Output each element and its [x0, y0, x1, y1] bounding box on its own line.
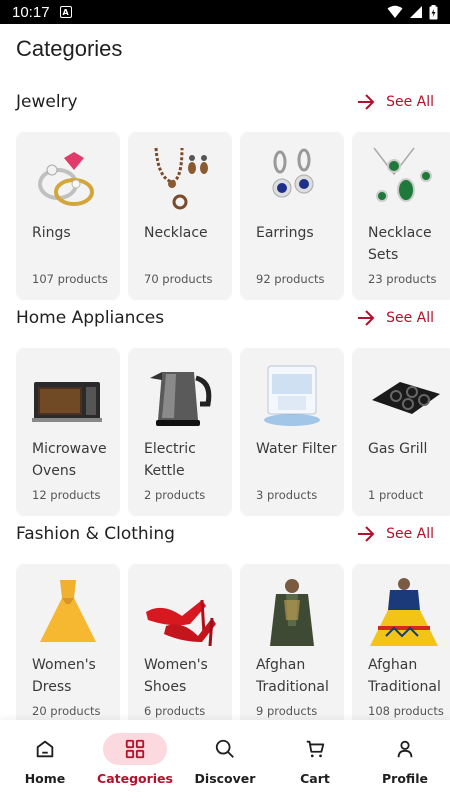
section-title: Fashion & Clothing [16, 524, 175, 544]
product-count: 3 products [256, 488, 318, 502]
category-card-water-filter[interactable]: Water Filter 3 products [240, 348, 344, 516]
wifi-icon [387, 5, 403, 18]
category-card-earrings[interactable]: Earrings 92 products [240, 132, 344, 300]
rings-image [30, 144, 106, 214]
nav-label: Categories [97, 771, 173, 786]
status-bar: 10:17 A [0, 0, 450, 24]
product-count: 23 products [368, 272, 437, 286]
nav-discover[interactable]: Discover [180, 720, 270, 800]
arrow-right-icon [358, 94, 375, 110]
category-name: Women's Shoes [144, 657, 208, 695]
nav-cart[interactable]: Cart [270, 720, 360, 800]
category-name: Rings [32, 225, 71, 241]
signal-icon [410, 6, 422, 18]
product-count: 2 products [144, 488, 206, 502]
product-count: 1 product [368, 488, 424, 502]
category-card-womens-shoes[interactable]: Women's Shoes 6 products [128, 564, 232, 732]
product-count: 107 products [32, 272, 108, 286]
category-card-rings[interactable]: Rings 107 products [16, 132, 120, 300]
product-count: 9 products [256, 704, 318, 718]
category-card-electric-kettle[interactable]: Electric Kettle 2 products [128, 348, 232, 516]
category-card-afghan-traditional-men[interactable]: Afghan Traditional 9 products [240, 564, 344, 732]
category-cards-row: Rings 107 products Necklace 70 products … [16, 132, 450, 300]
nav-pill [283, 733, 347, 765]
category-card-afghan-traditional-women[interactable]: Afghan Traditional 108 products [352, 564, 450, 732]
afghan-women-image [366, 576, 442, 646]
nav-pill [13, 733, 77, 765]
section-header: Jewelry See All [0, 84, 450, 124]
category-card-necklace[interactable]: Necklace 70 products [128, 132, 232, 300]
status-time: 10:17 [12, 3, 50, 21]
see-all-label: See All [386, 310, 434, 326]
section-jewelry: Jewelry See All Rings 107 products Neckl… [0, 84, 450, 300]
home-icon [36, 740, 54, 758]
nav-pill [193, 733, 257, 765]
category-name: Gas Grill [368, 441, 428, 457]
see-all-label: See All [386, 526, 434, 542]
dress-image [30, 576, 106, 646]
arrow-right-icon [358, 526, 375, 542]
category-name: Necklace Sets [368, 225, 432, 263]
battery-icon [429, 4, 438, 19]
category-card-microwave-ovens[interactable]: Microwave Ovens 12 products [16, 348, 120, 516]
product-count: 20 products [32, 704, 101, 718]
earrings-image [254, 144, 330, 214]
bottom-navigation: Home Categories Discover Cart Profile [0, 720, 450, 800]
see-all-label: See All [386, 94, 434, 110]
category-card-gas-grill[interactable]: Gas Grill 1 product [352, 348, 450, 516]
product-count: 6 products [144, 704, 206, 718]
nav-label: Cart [300, 771, 330, 786]
product-count: 92 products [256, 272, 325, 286]
kettle-image [142, 360, 218, 430]
category-name: Afghan Traditional [368, 657, 441, 695]
see-all-fashion-button[interactable]: See All [356, 524, 434, 544]
afghan-men-image [254, 576, 330, 646]
search-icon [215, 739, 234, 758]
water-filter-image [254, 360, 330, 430]
section-fashion-clothing: Fashion & Clothing See All Women's Dress… [0, 516, 450, 732]
product-count: 108 products [368, 704, 444, 718]
nav-profile[interactable]: Profile [360, 720, 450, 800]
necklace-set-image [366, 144, 442, 214]
shoes-image [142, 576, 218, 646]
category-name: Water Filter [256, 441, 337, 457]
category-name: Electric Kettle [144, 441, 196, 479]
product-count: 12 products [32, 488, 101, 502]
grid-icon [125, 739, 145, 759]
microwave-image [30, 360, 106, 430]
profile-icon [397, 740, 413, 758]
category-cards-row: Women's Dress 20 products Women's Shoes … [16, 564, 450, 732]
nav-pill [373, 733, 437, 765]
gas-grill-image [366, 360, 442, 430]
product-count: 70 products [144, 272, 213, 286]
nav-pill-active [103, 733, 167, 765]
nav-home[interactable]: Home [0, 720, 90, 800]
category-cards-row: Microwave Ovens 12 products Electric Ket… [16, 348, 450, 516]
section-home-appliances: Home Appliances See All Microwave Ovens … [0, 300, 450, 516]
cart-icon [306, 740, 325, 758]
category-name: Earrings [256, 225, 314, 241]
category-name: Afghan Traditional [256, 657, 329, 695]
nav-categories[interactable]: Categories [90, 720, 180, 800]
see-all-jewelry-button[interactable]: See All [356, 92, 434, 112]
nav-label: Home [24, 771, 66, 786]
category-name: Necklace [144, 225, 208, 241]
page-title: Categories [16, 36, 123, 61]
category-name: Women's Dress [32, 657, 96, 695]
see-all-home-appliances-button[interactable]: See All [356, 308, 434, 328]
arrow-right-icon [358, 310, 375, 326]
section-title: Jewelry [16, 92, 78, 112]
nav-label: Discover [194, 771, 256, 786]
notification-icon: A [59, 6, 72, 18]
status-icons [387, 4, 438, 20]
section-header: Fashion & Clothing See All [0, 516, 450, 556]
category-name: Microwave Ovens [32, 441, 107, 479]
category-card-womens-dress[interactable]: Women's Dress 20 products [16, 564, 120, 732]
category-card-necklace-sets[interactable]: Necklace Sets 23 products [352, 132, 450, 300]
section-header: Home Appliances See All [0, 300, 450, 340]
necklace-image [142, 144, 218, 214]
section-title: Home Appliances [16, 308, 165, 328]
nav-label: Profile [382, 771, 428, 786]
